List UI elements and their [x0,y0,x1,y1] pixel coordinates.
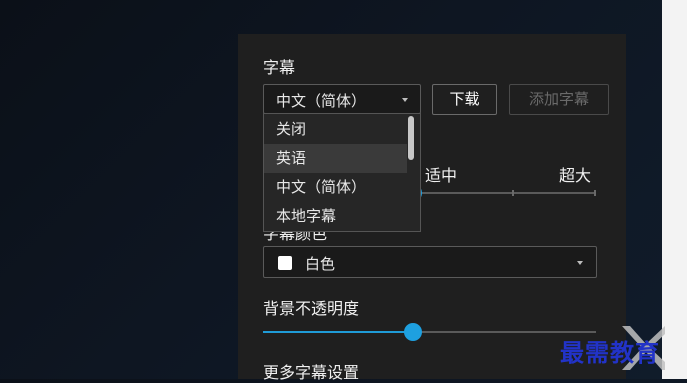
subtitle-language-dropdown: 关闭 英语 中文（简体） 本地字幕 [263,113,421,232]
subtitle-language-value: 中文（简体） [276,92,367,110]
dropdown-option[interactable]: 关闭 [264,115,407,144]
background-strip [662,0,687,379]
background-opacity-label: 背景不透明度 [263,299,360,318]
watermark-logo: 最需教育 [560,338,660,367]
font-size-tick [594,190,596,196]
opacity-slider-fill [263,331,413,333]
font-color-select[interactable]: 白色 [263,246,597,278]
download-button[interactable]: 下载 [432,84,497,115]
chevron-down-icon [577,261,583,265]
font-size-mid-label: 适中 [425,166,458,185]
subtitle-heading: 字幕 [263,58,296,77]
color-swatch-icon [278,256,292,270]
font-color-value: 白色 [305,255,336,273]
add-subtitle-button[interactable]: 添加字幕 [509,84,609,115]
dropdown-option[interactable]: 中文（简体） [264,173,407,202]
more-subtitle-settings-link[interactable]: 更多字幕设置 [263,359,359,383]
dropdown-option[interactable]: 本地字幕 [264,202,407,231]
font-size-max-label: 超大 [559,166,592,185]
dropdown-scrollbar[interactable] [408,116,414,160]
font-size-tick [512,190,514,196]
dropdown-option[interactable]: 英语 [264,144,407,173]
chevron-down-icon [402,98,408,102]
opacity-slider-knob[interactable] [403,323,422,341]
subtitle-language-select[interactable]: 中文（简体） [263,84,421,114]
